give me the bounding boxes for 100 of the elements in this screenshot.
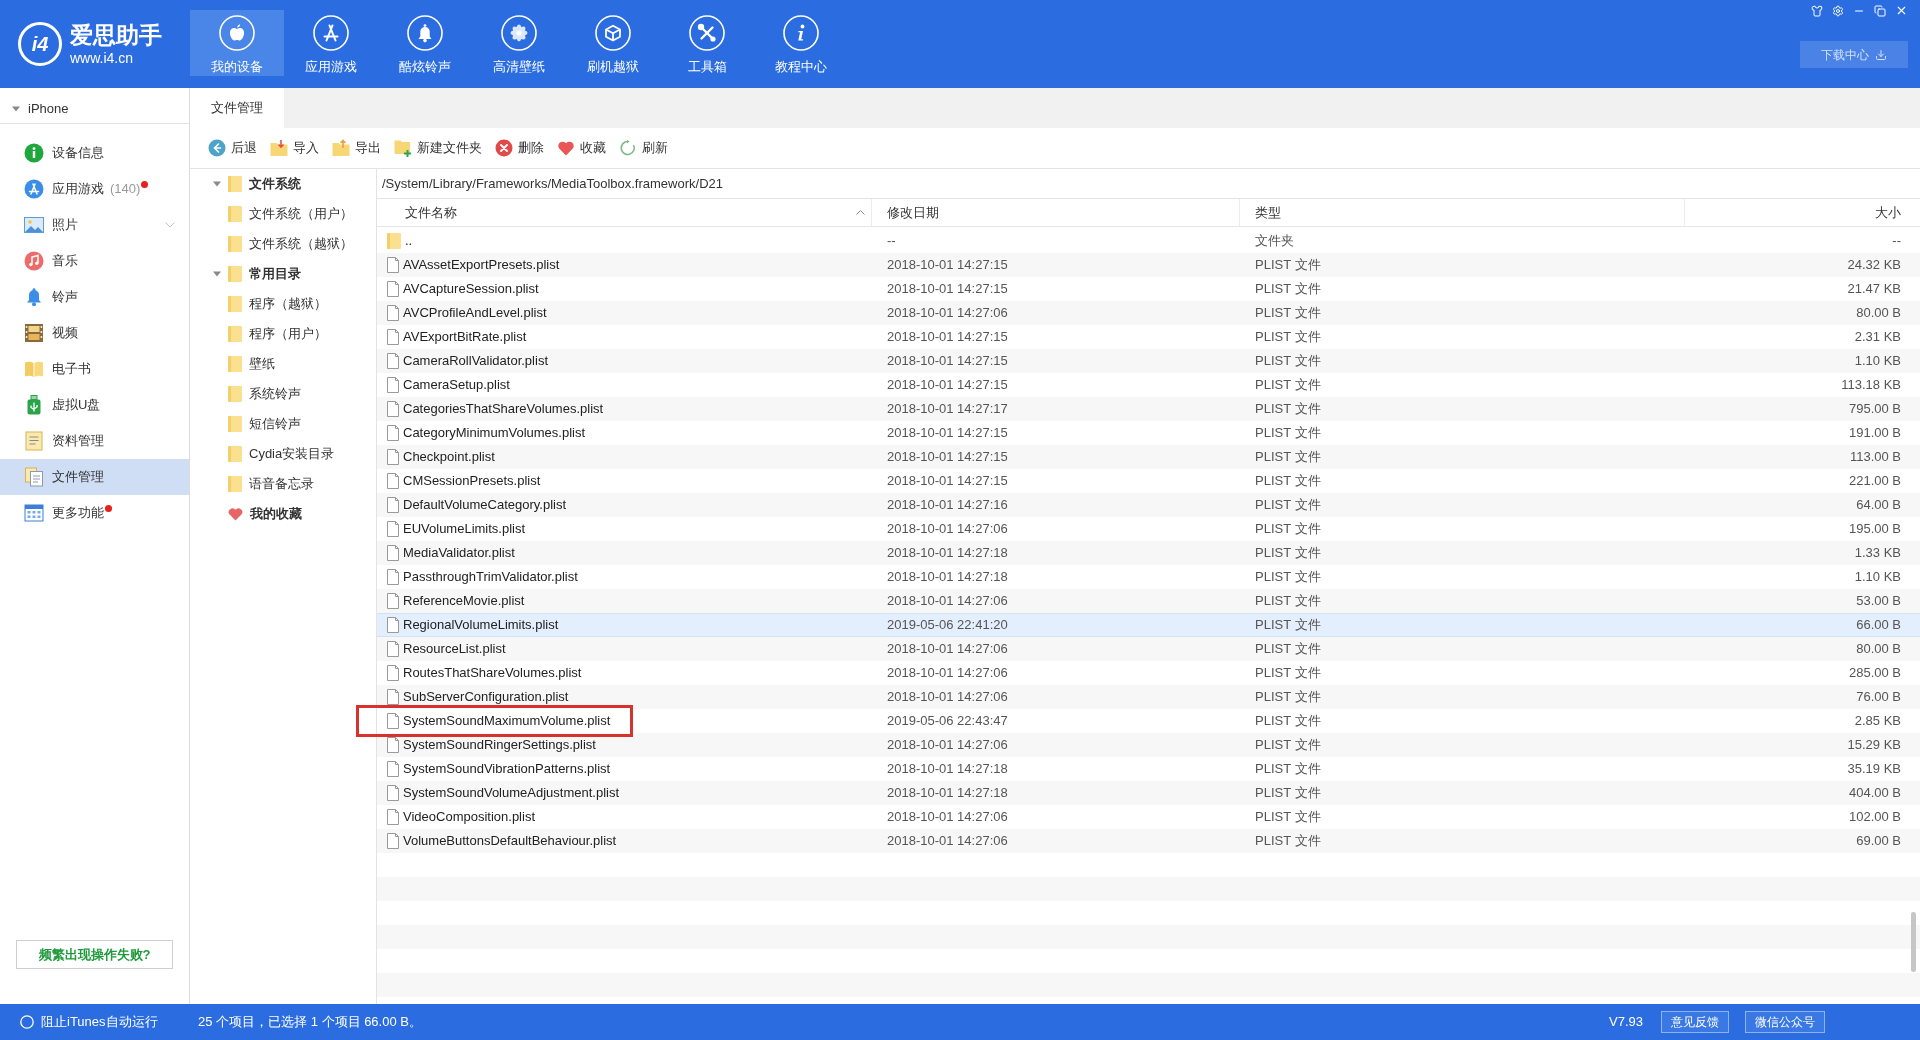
- settings-icon[interactable]: [1832, 4, 1844, 17]
- book-icon: [24, 359, 44, 379]
- tree-item[interactable]: 我的收藏: [190, 499, 376, 529]
- device-header[interactable]: iPhone: [0, 94, 189, 124]
- file-type: PLIST 文件: [1255, 761, 1321, 777]
- file-row[interactable]: MediaValidator.plist 2018-10-01 14:27:18 PLIST 文件 1.33 KB: [377, 541, 1920, 565]
- sidebar-item[interactable]: 应用游戏 (140): [0, 171, 189, 207]
- column-header[interactable]: 文件名称: [377, 199, 872, 226]
- tree-item[interactable]: 文件系统（用户）: [190, 199, 376, 229]
- tree-item[interactable]: 语音备忘录: [190, 469, 376, 499]
- file-type: PLIST 文件: [1255, 545, 1321, 561]
- close-icon[interactable]: [1895, 4, 1908, 17]
- file-row[interactable]: DefaultVolumeCategory.plist 2018-10-01 14:27:16 PLIST 文件 64.00 B: [377, 493, 1920, 517]
- sidebar-item[interactable]: 资料管理: [0, 423, 189, 459]
- sidebar-item[interactable]: 虚拟U盘: [0, 387, 189, 423]
- file-size: 80.00 B: [1856, 304, 1901, 323]
- tree-item[interactable]: 短信铃声: [190, 409, 376, 439]
- modified-date: 2018-10-01 14:27:06: [887, 593, 1008, 609]
- file-row[interactable]: VolumeButtonsDefaultBehaviour.plist 2018-10-01 14:27:06 PLIST 文件 69.00 B: [377, 829, 1920, 853]
- tree-item[interactable]: 程序（用户）: [190, 319, 376, 349]
- caret-down-icon[interactable]: [12, 104, 20, 113]
- file-row[interactable]: SystemSoundRingerSettings.plist 2018-10-01 14:27:06 PLIST 文件 15.29 KB: [377, 733, 1920, 757]
- file-size: 80.00 B: [1856, 640, 1901, 659]
- content-tab[interactable]: 文件管理: [190, 88, 284, 128]
- file-type: PLIST 文件: [1255, 737, 1321, 753]
- tree-item[interactable]: 壁纸: [190, 349, 376, 379]
- tree-item[interactable]: Cydia安装目录: [190, 439, 376, 469]
- nav-tab[interactable]: 工具箱: [660, 10, 754, 76]
- sidebar-item[interactable]: 音乐: [0, 243, 189, 279]
- nav-tab[interactable]: 酷炫铃声: [378, 10, 472, 76]
- toolbar-button[interactable]: 导入: [270, 138, 319, 158]
- file-row[interactable]: SubServerConfiguration.plist 2018-10-01 14:27:06 PLIST 文件 76.00 B: [377, 685, 1920, 709]
- file-row[interactable]: CameraRollValidator.plist 2018-10-01 14:27:15 PLIST 文件 1.10 KB: [377, 349, 1920, 373]
- sidebar-item[interactable]: 视频: [0, 315, 189, 351]
- tree-item[interactable]: 文件系统: [190, 169, 376, 199]
- modified-date: 2019-05-06 22:43:47: [887, 713, 1008, 729]
- status-button[interactable]: 微信公众号: [1745, 1011, 1825, 1033]
- file-size: 35.19 KB: [1847, 760, 1901, 779]
- file-name: VideoComposition.plist: [403, 808, 535, 827]
- sidebar-item[interactable]: 铃声: [0, 279, 189, 315]
- nav-tab[interactable]: 教程中心: [754, 10, 848, 76]
- column-header[interactable]: 大小: [1685, 199, 1920, 226]
- file-row[interactable]: AVAssetExportPresets.plist 2018-10-01 14:27:15 PLIST 文件 24.32 KB: [377, 253, 1920, 277]
- files-icon: [24, 467, 44, 487]
- scrollbar-thumb[interactable]: [1911, 912, 1916, 972]
- tree-item[interactable]: 文件系统（越狱）: [190, 229, 376, 259]
- toolbar-button[interactable]: 导出: [332, 138, 381, 158]
- file-icon: [387, 305, 399, 321]
- sidebar-item[interactable]: 设备信息: [0, 135, 189, 171]
- modified-date: 2018-10-01 14:27:18: [887, 545, 1008, 561]
- document-icon: [24, 431, 44, 451]
- sidebar-item[interactable]: 电子书: [0, 351, 189, 387]
- image-icon: [24, 215, 44, 235]
- modified-date: 2018-10-01 14:27:06: [887, 737, 1008, 753]
- toolbar-button[interactable]: 删除: [495, 138, 544, 158]
- caret-down-icon[interactable]: [213, 180, 221, 188]
- toolbar-button[interactable]: 后退: [208, 138, 257, 158]
- modified-date: 2018-10-01 14:27:15: [887, 353, 1008, 369]
- folder-arrow-up-icon: [332, 139, 350, 157]
- item-count: (140): [110, 180, 141, 199]
- nav-tab[interactable]: 刷机越狱: [566, 10, 660, 76]
- file-name: CMSessionPresets.plist: [403, 472, 541, 491]
- shirt-icon[interactable]: [1811, 4, 1823, 17]
- itunes-toggle[interactable]: 阻止iTunes自动运行: [0, 1004, 190, 1040]
- file-row[interactable]: Checkpoint.plist 2018-10-01 14:27:15 PLIST 文件 113.00 B: [377, 445, 1920, 469]
- file-row[interactable]: SystemSoundVolumeAdjustment.plist 2018-10-01 14:27:18 PLIST 文件 404.00 B: [377, 781, 1920, 805]
- tree-item[interactable]: 程序（越狱）: [190, 289, 376, 319]
- column-header[interactable]: 修改日期: [872, 199, 1240, 226]
- modified-date: 2018-10-01 14:27:15: [887, 377, 1008, 393]
- file-row[interactable]: AVCProfileAndLevel.plist 2018-10-01 14:27:06 PLIST 文件 80.00 B: [377, 301, 1920, 325]
- modified-date: 2018-10-01 14:27:15: [887, 281, 1008, 297]
- restore-icon[interactable]: [1874, 4, 1886, 17]
- nav-tab[interactable]: 应用游戏: [284, 10, 378, 76]
- toolbar-button[interactable]: 收藏: [557, 138, 606, 158]
- file-icon: [387, 761, 399, 777]
- modified-date: 2018-10-01 14:27:18: [887, 785, 1008, 801]
- logo-mark: i4: [18, 22, 62, 66]
- sidebar-item[interactable]: 文件管理: [0, 459, 189, 495]
- column-header[interactable]: 类型: [1240, 199, 1685, 226]
- file-row[interactable]: CategoriesThatShareVolumes.plist 2018-10-01 14:27:17 PLIST 文件 795.00 B: [377, 397, 1920, 421]
- file-size: 76.00 B: [1856, 688, 1901, 707]
- toolbar-button[interactable]: 新建文件夹: [394, 138, 482, 158]
- sidebar-item[interactable]: 照片: [0, 207, 189, 243]
- nav-tab[interactable]: 高清壁纸: [472, 10, 566, 76]
- toolbar-button[interactable]: 刷新: [619, 138, 668, 158]
- file-row[interactable]: RegionalVolumeLimits.plist 2019-05-06 22:41:20 PLIST 文件 66.00 B: [377, 613, 1920, 637]
- file-size: 66.00 B: [1856, 616, 1901, 635]
- tree-item[interactable]: 系统铃声: [190, 379, 376, 409]
- file-type: PLIST 文件: [1255, 641, 1321, 657]
- sidebar-item[interactable]: 更多功能: [0, 495, 189, 531]
- status-button[interactable]: 意见反馈: [1661, 1011, 1729, 1033]
- tree-item[interactable]: 常用目录: [190, 259, 376, 289]
- file-type: PLIST 文件: [1255, 809, 1321, 825]
- help-button[interactable]: 频繁出现操作失败?: [16, 940, 173, 969]
- file-size: 113.18 KB: [1841, 376, 1901, 395]
- file-row[interactable]: ReferenceMovie.plist 2018-10-01 14:27:06 PLIST 文件 53.00 B: [377, 589, 1920, 613]
- caret-down-icon[interactable]: [213, 270, 221, 278]
- nav-tab[interactable]: 我的设备: [190, 10, 284, 76]
- file-row[interactable]: ResourceList.plist 2018-10-01 14:27:06 PLIST 文件 80.00 B: [377, 637, 1920, 661]
- file-size: 1.10 KB: [1854, 568, 1901, 587]
